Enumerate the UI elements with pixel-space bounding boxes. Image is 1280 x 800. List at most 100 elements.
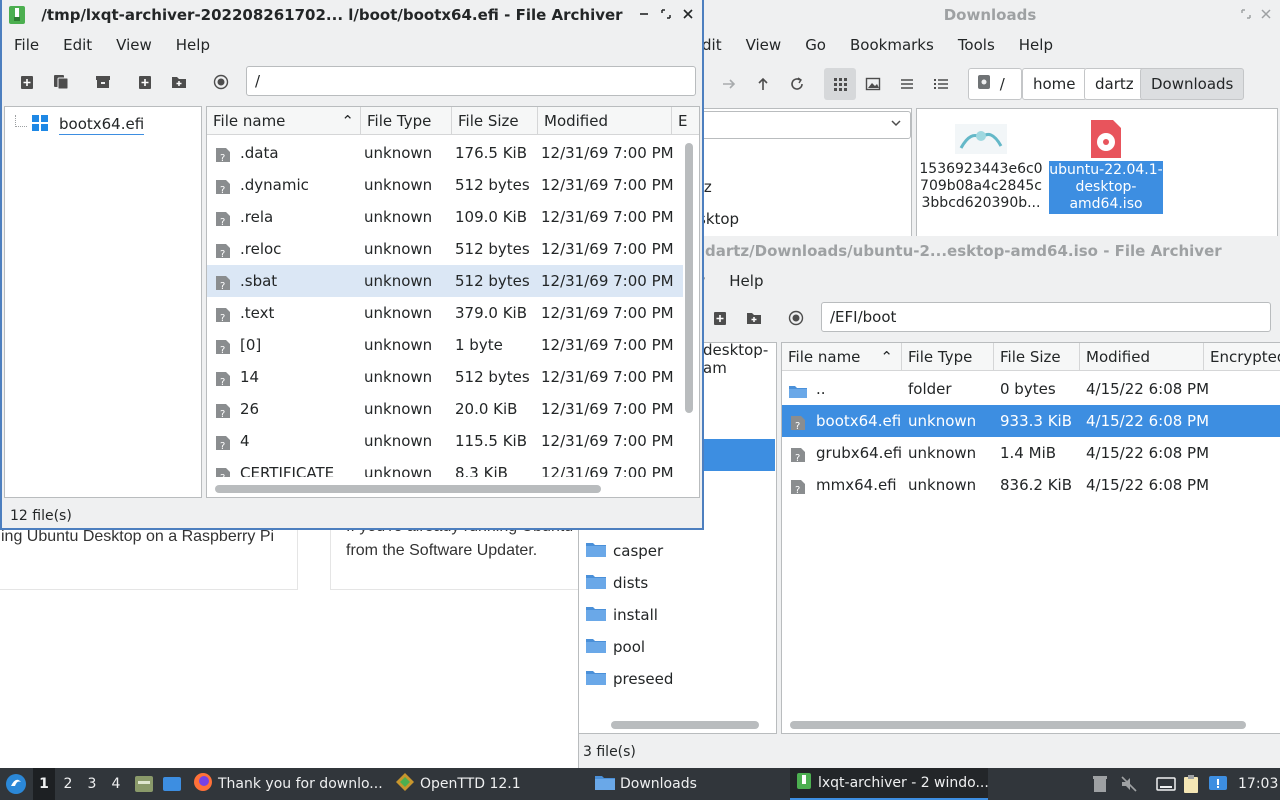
add-folder-button[interactable] — [707, 305, 733, 331]
tray-trash-icon[interactable] — [1092, 775, 1108, 797]
compact-view-button[interactable] — [894, 71, 920, 97]
start-menu-button[interactable] — [4, 772, 28, 800]
icon-view-button[interactable] — [824, 68, 856, 100]
menu-edit[interactable]: dit — [700, 36, 734, 54]
menubar: dit View Go Bookmarks Tools Help — [700, 30, 1280, 60]
breadcrumb-downloads[interactable]: Downloads — [1140, 68, 1245, 100]
menu-file[interactable]: File — [2, 36, 51, 54]
menu-view[interactable]: View — [104, 36, 164, 54]
file-item-image[interactable]: 1536923443e6c0 709b08a4c2845c 3bbcd62039… — [919, 117, 1043, 227]
table-row[interactable]: ? [0] unknown 1 byte 12/31/69 7:00 PM — [207, 329, 683, 361]
table-row[interactable]: ? .reloc unknown 512 bytes 12/31/69 7:00… — [207, 233, 683, 265]
breadcrumb-home[interactable]: home — [1022, 68, 1087, 100]
column-file-type[interactable]: File Type — [361, 107, 452, 135]
tree-item-dists[interactable]: dists — [579, 567, 776, 599]
breadcrumb-root[interactable]: / — [968, 68, 1022, 100]
table-row[interactable]: ? .dynamic unknown 512 bytes 12/31/69 7:… — [207, 169, 683, 201]
clipboard-icon[interactable] — [1182, 774, 1200, 798]
desktop-switch-4[interactable]: 4 — [105, 768, 127, 800]
task-downloads[interactable]: Downloads — [594, 768, 784, 800]
places-dropdown[interactable] — [700, 111, 911, 139]
file-list-vertical-scrollbar[interactable] — [685, 143, 693, 413]
up-button[interactable] — [750, 71, 776, 97]
file-list-horizontal-scrollbar[interactable] — [215, 485, 601, 493]
detail-view-button[interactable] — [928, 71, 954, 97]
cell-modified: 12/31/69 7:00 PM — [541, 336, 674, 354]
column-file-name[interactable]: File name ⌃ — [207, 107, 361, 135]
maximize-icon[interactable] — [1240, 8, 1252, 24]
column-file-type[interactable]: File Type — [902, 343, 994, 371]
places-item-home[interactable]: tz — [700, 171, 911, 203]
menu-help[interactable]: Help — [1007, 36, 1065, 54]
new-archive-button[interactable] — [14, 69, 40, 95]
column-file-size[interactable]: File Size — [452, 107, 538, 135]
close-icon[interactable] — [1260, 8, 1272, 24]
add-files-button[interactable] — [132, 69, 158, 95]
menu-help[interactable]: Help — [164, 36, 222, 54]
path-field[interactable]: /EFI/boot — [821, 302, 1271, 332]
menu-edit[interactable]: Edit — [51, 36, 104, 54]
table-row[interactable]: ? .data unknown 176.5 KiB 12/31/69 7:00 … — [207, 137, 683, 169]
add-folder-button[interactable] — [741, 305, 767, 331]
menu-tools[interactable]: Tools — [946, 36, 1007, 54]
file-item-iso[interactable]: ubuntu-22.04.1- desktop- amd64.iso — [1049, 117, 1163, 227]
column-file-name[interactable]: File name ⌃ — [782, 343, 902, 371]
menu-go[interactable]: Go — [793, 36, 838, 54]
table-row[interactable]: ? .text unknown 379.0 KiB 12/31/69 7:00 … — [207, 297, 683, 329]
stop-button[interactable] — [783, 305, 809, 331]
tree-item-preseed[interactable]: preseed — [579, 663, 776, 695]
table-row[interactable]: ? CERTIFICATE unknown 8.3 KiB 12/31/69 7… — [207, 457, 683, 477]
column-modified[interactable]: Modified — [1080, 343, 1204, 371]
menu-help[interactable]: Help — [717, 272, 775, 290]
tree-item-bootx64[interactable]: bootx64.efi — [5, 109, 201, 141]
breadcrumb-dartz[interactable]: dartz — [1084, 68, 1145, 100]
desktop-switch-1[interactable]: 1 — [33, 768, 55, 800]
keyboard-icon[interactable] — [1156, 775, 1176, 797]
cell-name: CERTIFICATE — [240, 464, 335, 477]
column-encrypted[interactable]: Encrypted — [1204, 343, 1280, 371]
volume-muted-icon[interactable] — [1120, 775, 1138, 797]
column-file-size[interactable]: File Size — [994, 343, 1080, 371]
desktop-switch-2[interactable]: 2 — [57, 768, 79, 800]
add-folder-button[interactable] — [166, 69, 192, 95]
quicklaunch-files-icon[interactable] — [162, 775, 182, 797]
column-encrypted[interactable]: E — [672, 107, 699, 135]
thumbnail-view-button[interactable] — [860, 71, 886, 97]
quicklaunch-archiver-icon[interactable] — [134, 775, 154, 797]
menu-bookmarks[interactable]: Bookmarks — [838, 36, 946, 54]
table-row-selected[interactable]: ? bootx64.efi unknown 933.3 KiB 4/15/22 … — [782, 405, 1280, 437]
minimize-icon[interactable] — [638, 8, 650, 24]
task-archiver[interactable]: lxqt-archiver - 2 windo... — [790, 768, 988, 800]
desktop-switch-3[interactable]: 3 — [81, 768, 103, 800]
reload-button[interactable] — [784, 71, 810, 97]
close-icon[interactable] — [682, 8, 694, 24]
menu-view[interactable]: View — [734, 36, 794, 54]
extract-button[interactable] — [90, 69, 116, 95]
notification-icon[interactable] — [1208, 774, 1228, 798]
forward-button[interactable] — [716, 71, 742, 97]
task-openttd[interactable]: OpenTTD 12.1 — [394, 768, 584, 800]
table-row[interactable]: ? 4 unknown 115.5 KiB 12/31/69 7:00 PM — [207, 425, 683, 457]
places-item-desktop[interactable]: sktop — [700, 203, 911, 235]
tree-item-pool[interactable]: pool — [579, 631, 776, 663]
tree-item-casper[interactable]: casper — [579, 535, 776, 567]
column-modified[interactable]: Modified — [538, 107, 672, 135]
stop-button[interactable] — [208, 69, 234, 95]
tree-item-install[interactable]: install — [579, 599, 776, 631]
table-row[interactable]: ? 26 unknown 20.0 KiB 12/31/69 7:00 PM — [207, 393, 683, 425]
table-row[interactable]: ? mmx64.efi unknown 836.2 KiB 4/15/22 6:… — [782, 469, 1280, 501]
table-row[interactable]: .. folder 0 bytes 4/15/22 6:08 PM — [782, 373, 1280, 405]
cell-type: unknown — [364, 176, 433, 194]
table-row[interactable]: ? .rela unknown 109.0 KiB 12/31/69 7:00 … — [207, 201, 683, 233]
path-field[interactable]: / — [246, 66, 696, 96]
open-archive-button[interactable] — [48, 69, 74, 95]
clock[interactable]: 17:03 — [1238, 768, 1278, 800]
task-firefox[interactable]: Thank you for downlo... — [192, 768, 388, 800]
table-row-hover[interactable]: ? .sbat unknown 512 bytes 12/31/69 7:00 … — [207, 265, 683, 297]
table-row[interactable]: ? 14 unknown 512 bytes 12/31/69 7:00 PM — [207, 361, 683, 393]
table-row[interactable]: ? grubx64.efi unknown 1.4 MiB 4/15/22 6:… — [782, 437, 1280, 469]
file-list-horizontal-scrollbar[interactable] — [790, 721, 1246, 729]
tree-horizontal-scrollbar[interactable] — [611, 721, 759, 729]
extract-icon — [96, 76, 110, 88]
maximize-icon[interactable] — [660, 8, 672, 24]
